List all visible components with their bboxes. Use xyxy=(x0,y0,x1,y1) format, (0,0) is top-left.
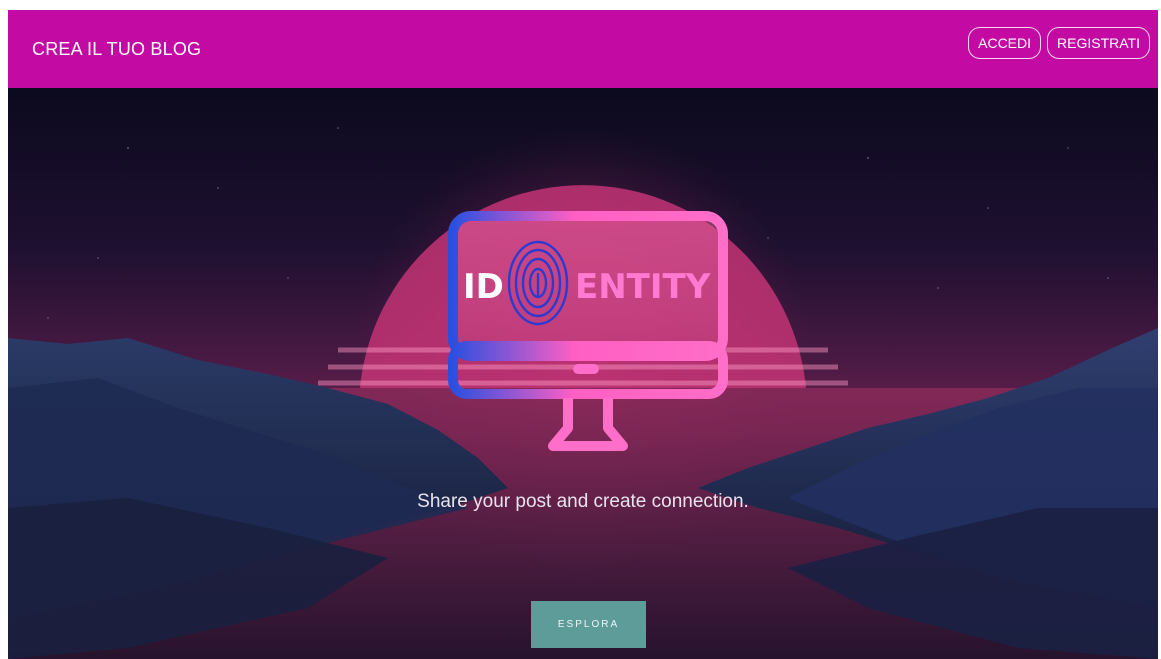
logo-text-id: ID xyxy=(463,267,504,307)
page: CREA IL TUO BLOG ACCEDI REGISTRATI ID EN… xyxy=(8,8,1158,659)
hero-banner: ID ENTITY Share your post and create con… xyxy=(8,88,1158,659)
explore-button[interactable]: ESPLORA xyxy=(531,601,646,648)
logo-text-entity: ENTITY xyxy=(575,267,711,307)
auth-actions: ACCEDI REGISTRATI xyxy=(968,27,1150,59)
register-button[interactable]: REGISTRATI xyxy=(1047,27,1150,59)
site-title[interactable]: CREA IL TUO BLOG xyxy=(32,39,201,60)
top-navbar: CREA IL TUO BLOG ACCEDI REGISTRATI xyxy=(8,10,1158,88)
synthwave-mountain-background: ID ENTITY xyxy=(8,127,1158,659)
login-button[interactable]: ACCEDI xyxy=(968,27,1042,59)
hero-tagline: Share your post and create connection. xyxy=(417,491,749,512)
